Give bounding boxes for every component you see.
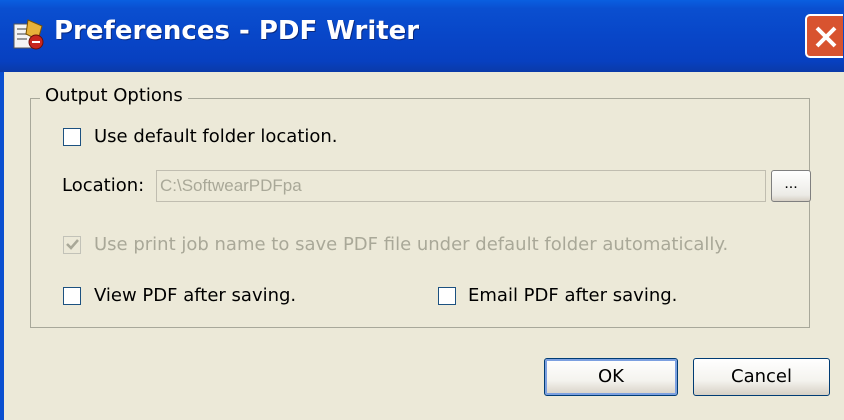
cancel-button[interactable]: Cancel bbox=[693, 358, 830, 396]
preferences-dialog: Preferences - PDF Writer Output Options … bbox=[0, 0, 844, 420]
title-bar[interactable]: Preferences - PDF Writer bbox=[0, 0, 844, 72]
location-label: Location: bbox=[62, 175, 145, 196]
view-pdf-checkbox[interactable] bbox=[63, 287, 81, 305]
browse-button[interactable]: ... bbox=[771, 170, 811, 202]
checkmark-icon bbox=[66, 239, 79, 250]
use-print-job-name-label[interactable]: Use print job name to save PDF file unde… bbox=[94, 233, 728, 257]
close-icon bbox=[815, 26, 837, 48]
use-print-job-name-checkbox[interactable] bbox=[63, 236, 81, 254]
close-button[interactable] bbox=[805, 14, 843, 58]
email-pdf-checkbox[interactable] bbox=[438, 287, 456, 305]
location-field[interactable]: C:\SoftwearPDFpa bbox=[156, 170, 766, 202]
ok-button[interactable]: OK bbox=[544, 358, 678, 396]
use-default-folder-label[interactable]: Use default folder location. bbox=[94, 125, 338, 149]
use-default-folder-checkbox[interactable] bbox=[63, 128, 81, 146]
output-options-legend: Output Options bbox=[40, 84, 188, 108]
pdf-writer-app-icon bbox=[13, 19, 44, 50]
email-pdf-label[interactable]: Email PDF after saving. bbox=[468, 284, 677, 308]
view-pdf-label[interactable]: View PDF after saving. bbox=[94, 284, 296, 308]
window-title: Preferences - PDF Writer bbox=[54, 16, 420, 46]
